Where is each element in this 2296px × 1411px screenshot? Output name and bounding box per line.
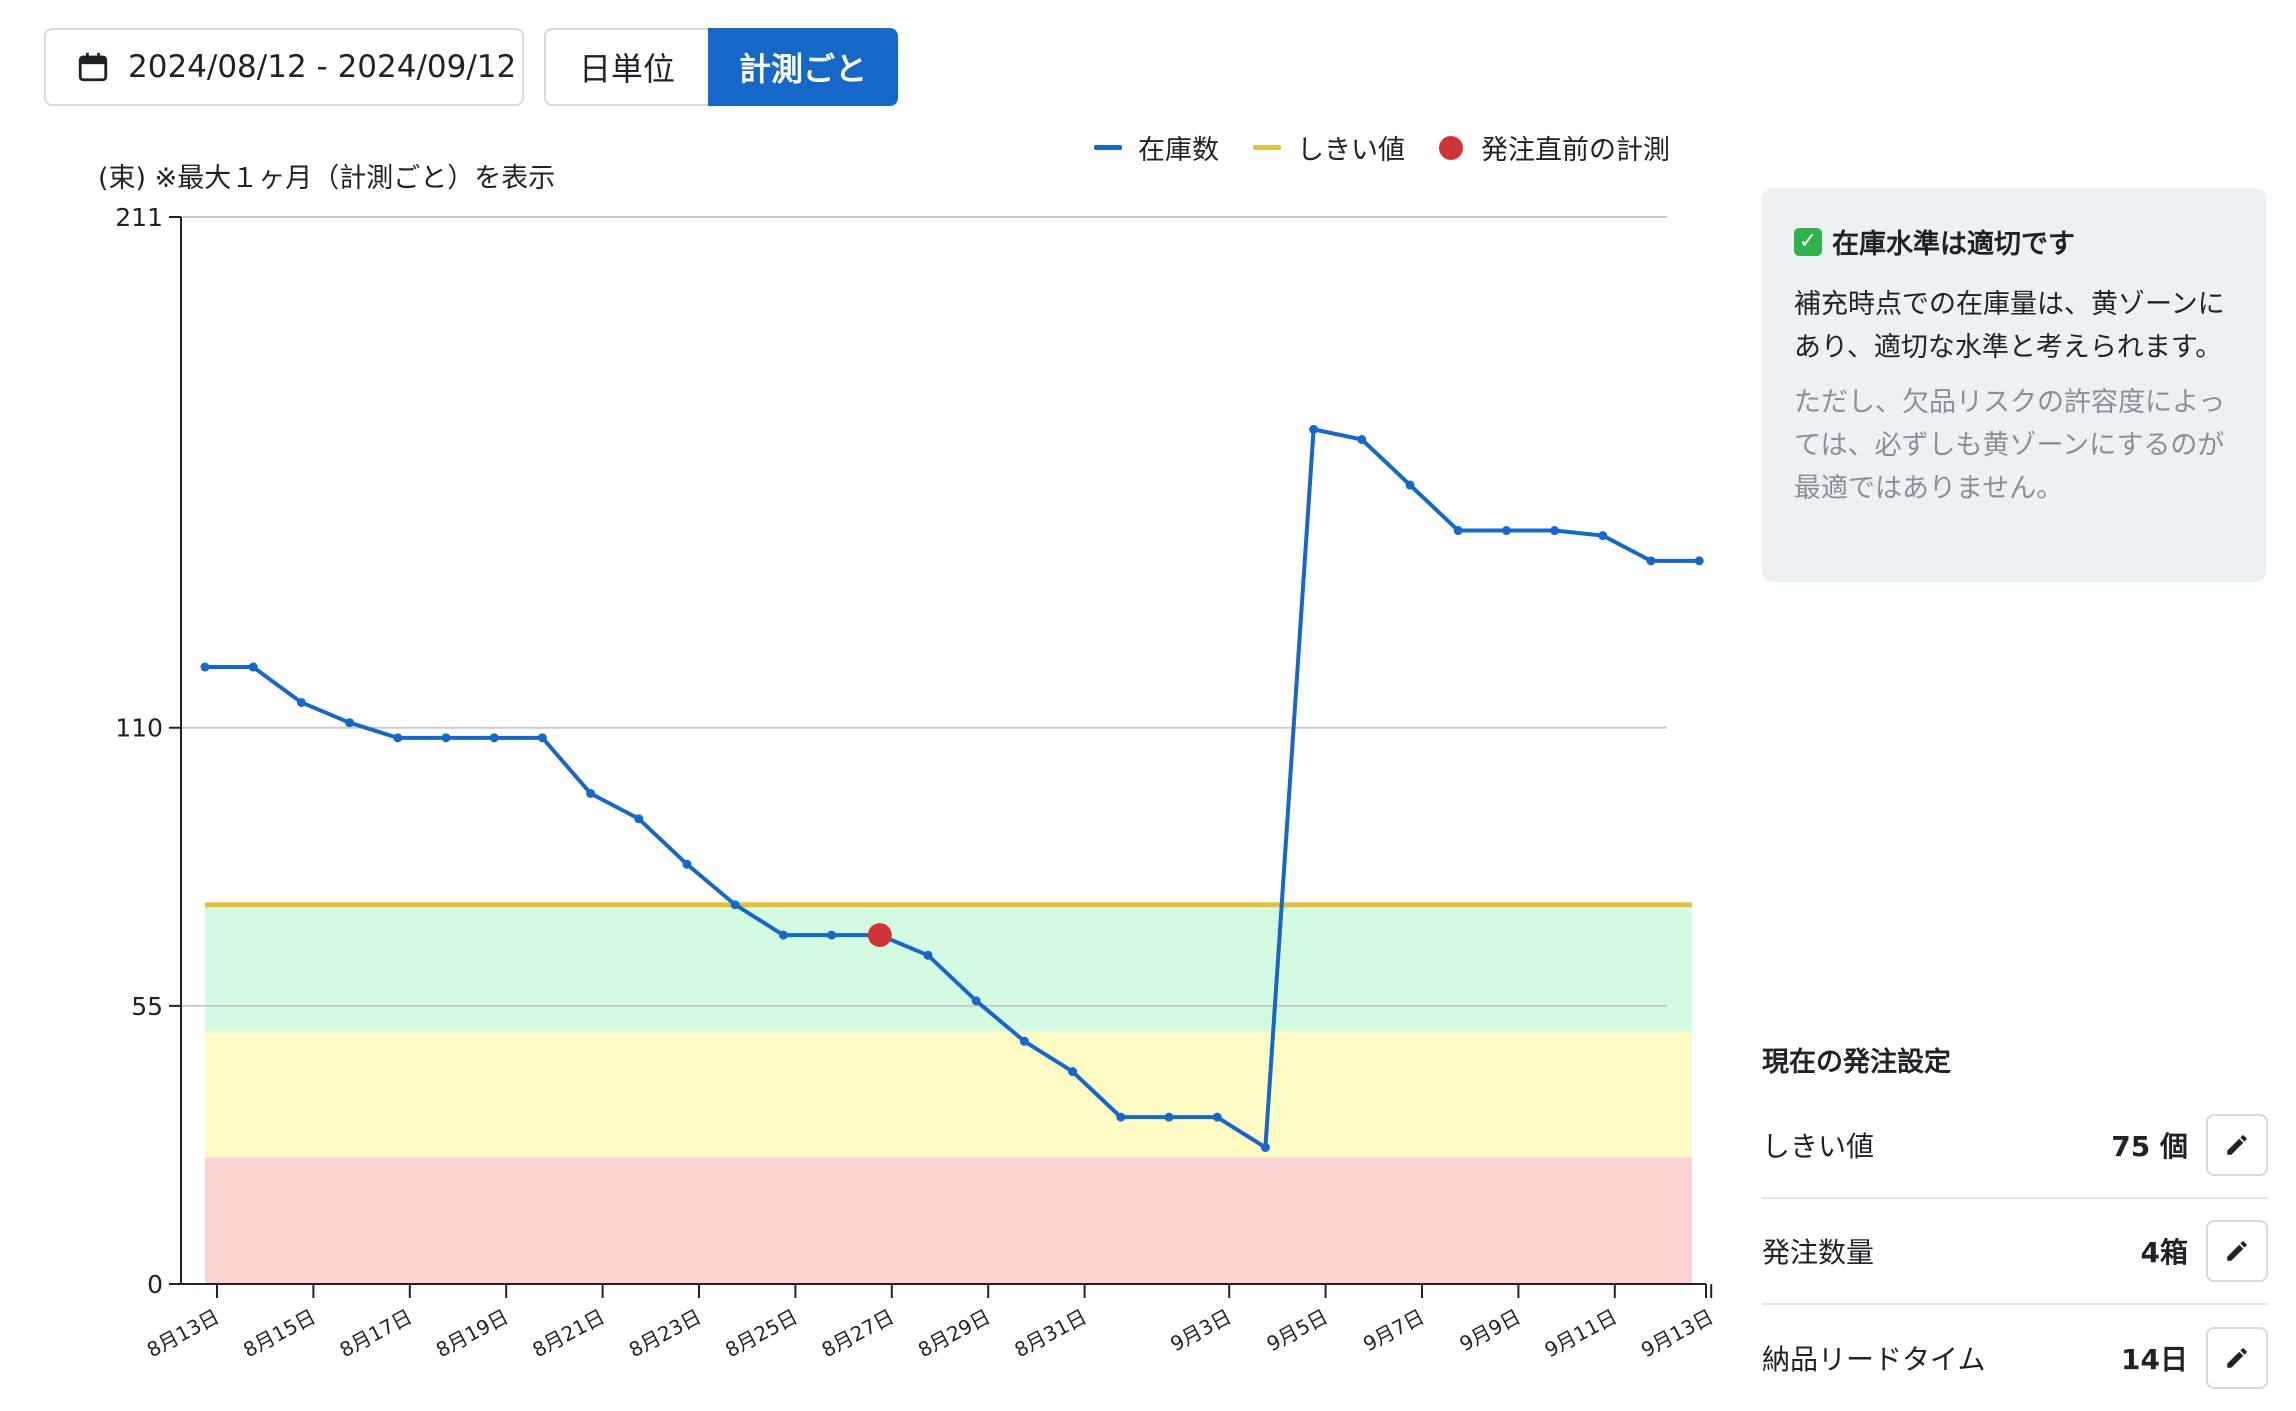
x-tick-label: 8月23日: [625, 1304, 705, 1362]
x-tick-label: 9月9日: [1455, 1304, 1524, 1356]
stock-point: [971, 996, 981, 1006]
x-tick-label: 8月25日: [721, 1304, 801, 1362]
x-tick-label: 9月7日: [1359, 1304, 1428, 1356]
advice-sub: ただし、欠品リスクの許容度によっては、必ずしも黄ゾーンにするのが最適ではありませ…: [1794, 387, 2226, 504]
zone-band-1: [205, 1031, 1692, 1158]
order-settings-heading: 現在の発注設定: [1762, 1047, 1951, 1078]
x-tick-label: 8月19日: [432, 1304, 512, 1362]
x-tick-label: 9月11日: [1541, 1304, 1621, 1362]
pencil-icon: [2227, 1241, 2247, 1261]
setting-row-threshold: しきい値 75 個: [1762, 1093, 2268, 1199]
stock-point: [345, 718, 355, 728]
stock-point: [537, 733, 547, 743]
edit-threshold-button[interactable]: [2206, 1114, 2268, 1176]
check-icon: ✓: [1794, 227, 1822, 256]
stock-point: [489, 733, 499, 743]
advice-panel: ✓ 在庫水準は適切です 補充時点での在庫量は、黄ゾーンにあり、適切な水準と考えら…: [1762, 188, 2266, 582]
stock-point: [1405, 480, 1415, 490]
pre-order-point: [867, 923, 892, 948]
stock-chart: 0 55 110 211 8月13日 8月15日 8月17日 8月19日 8月21日 8月23日 8…: [115, 203, 1717, 1362]
setting-row-lead-time: 納品リードタイム 14日: [1762, 1305, 2268, 1411]
stock-point: [1309, 424, 1319, 434]
setting-value: 75 個: [2111, 1130, 2188, 1163]
setting-label: 納品リードタイム: [1762, 1343, 1986, 1376]
setting-label: 発注数量: [1762, 1236, 1875, 1269]
y-tick-label: 110: [115, 714, 163, 743]
stock-point: [1598, 531, 1608, 541]
stock-point: [1550, 526, 1560, 536]
stock-point: [827, 930, 837, 940]
order-settings: 現在の発注設定 しきい値 75 個 発注数量 4箱 納品リードタイム 14日: [1762, 1040, 2268, 1411]
stock-point: [1164, 1112, 1174, 1122]
stock-point: [248, 662, 258, 672]
stock-point: [441, 733, 451, 743]
x-tick-label: 8月27日: [818, 1304, 898, 1362]
stock-point: [1501, 526, 1511, 536]
stock-point: [682, 859, 692, 869]
advice-body: 補充時点での在庫量は、黄ゾーンにあり、適切な水準と考えられます。: [1794, 289, 2225, 363]
stock-point: [586, 788, 596, 798]
y-tick-label: 55: [131, 992, 163, 1021]
stock-point: [923, 950, 933, 960]
stock-point: [1646, 556, 1656, 566]
x-tick-label: 9月13日: [1637, 1304, 1717, 1362]
stock-point: [1453, 526, 1463, 536]
x-tick-label: 8月31日: [1010, 1304, 1090, 1362]
stock-point: [1019, 1036, 1029, 1046]
stock-point: [200, 662, 210, 672]
stock-point: [1260, 1142, 1270, 1152]
x-tick-label: 9月5日: [1263, 1304, 1332, 1356]
x-tick-label: 9月3日: [1166, 1304, 1235, 1356]
x-tick-label: 8月17日: [336, 1304, 416, 1362]
stock-point: [1694, 556, 1704, 566]
advice-title-row: ✓ 在庫水準は適切です: [1794, 222, 2234, 261]
stock-point: [1116, 1112, 1126, 1122]
stock-point: [730, 900, 740, 910]
setting-row-order-quantity: 発注数量 4箱: [1762, 1199, 2268, 1305]
advice-title: 在庫水準は適切です: [1832, 229, 2075, 260]
setting-value: 4箱: [2140, 1236, 2188, 1269]
x-tick-label: 8月13日: [143, 1304, 223, 1362]
stock-point: [393, 733, 403, 743]
stock-point: [778, 930, 788, 940]
edit-order-quantity-button[interactable]: [2206, 1220, 2268, 1282]
stock-point: [296, 697, 306, 707]
stock-point: [1068, 1067, 1078, 1077]
y-tick-label: 0: [147, 1270, 163, 1299]
setting-label: しきい値: [1762, 1130, 1875, 1163]
stock-point: [1212, 1112, 1222, 1122]
x-tick-label: 8月21日: [528, 1304, 608, 1362]
stock-point: [1357, 435, 1367, 445]
pencil-icon: [2227, 1348, 2247, 1368]
pencil-icon: [2227, 1135, 2247, 1155]
stock-point: [634, 814, 644, 824]
x-tick-label: 8月29日: [914, 1304, 994, 1362]
x-tick-label: 8月15日: [239, 1304, 319, 1362]
setting-value: 14日: [2121, 1343, 2188, 1376]
zone-band-0: [205, 1157, 1692, 1284]
zone-band-2: [205, 904, 1692, 1032]
edit-lead-time-button[interactable]: [2206, 1327, 2268, 1389]
y-tick-label: 211: [115, 203, 163, 232]
